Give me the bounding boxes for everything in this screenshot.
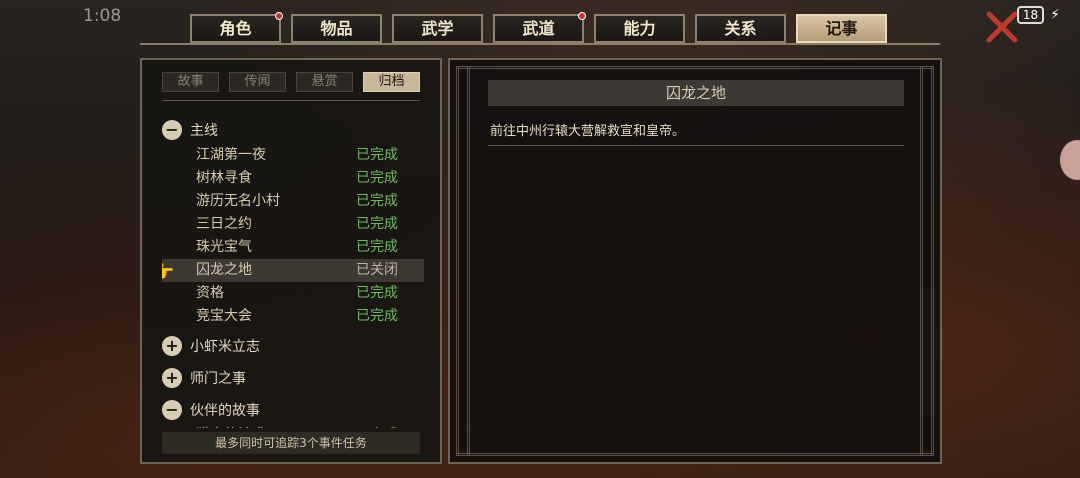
quest-name: 猎户的请求	[196, 424, 266, 428]
quest-status: 已完成	[356, 308, 398, 324]
quest-name: 珠光宝气	[196, 239, 252, 255]
quest-title: 囚龙之地	[488, 80, 904, 106]
quest-name: 三日之约	[196, 216, 252, 232]
subtab-1[interactable]: 传闻	[229, 72, 286, 92]
tab-5[interactable]: 关系	[695, 14, 786, 43]
description-divider	[488, 145, 904, 146]
main-tabs: 角色 物品 武学 武道 能力 关系 记事	[190, 12, 887, 43]
tab-3[interactable]: 武道	[493, 12, 586, 43]
quest-item[interactable]: 竞宝大会 已完成	[162, 305, 424, 328]
expand-icon[interactable]: +	[162, 368, 182, 388]
expand-icon[interactable]: +	[162, 336, 182, 356]
quest-group[interactable]: + 师门之事	[162, 364, 424, 392]
quest-item[interactable]: 游历无名小村 已完成	[162, 190, 424, 213]
quest-status: 已关闭	[356, 262, 398, 278]
tab-label: 记事	[825, 19, 858, 38]
tab-label: 能力	[623, 19, 656, 38]
quest-status: 已完成	[356, 216, 398, 232]
quest-status: 已完成	[356, 239, 398, 255]
tab-0[interactable]: 角色	[190, 12, 283, 43]
frame-border-left	[456, 66, 470, 456]
quest-name: 游历无名小村	[196, 193, 280, 209]
quest-status: 已完成	[356, 193, 398, 209]
notification-dot-icon	[578, 12, 586, 20]
tab-label: 角色	[219, 19, 252, 38]
quest-item[interactable]: 资格 已完成	[162, 282, 424, 305]
quest-group[interactable]: + 小虾米立志	[162, 332, 424, 360]
tab-label: 武学	[421, 19, 454, 38]
quest-item[interactable]: 珠光宝气 已完成	[162, 236, 424, 259]
quest-name: 资格	[196, 285, 224, 301]
tab-label: 物品	[320, 19, 353, 38]
quest-name: 江湖第一夜	[196, 147, 266, 163]
quest-item[interactable]: 三日之约 已完成	[162, 213, 424, 236]
quest-list-panel: 故事 传闻 悬赏 归档 − 主线 江湖第一夜 已完成 树林寻食 已完成 游历无名小村 已完成 三日之约…	[140, 58, 442, 464]
collapse-icon[interactable]: −	[162, 120, 182, 140]
status-icons: 18 ⚡	[1016, 6, 1060, 24]
tab-2[interactable]: 武学	[392, 14, 483, 43]
tab-divider	[140, 43, 940, 45]
quest-status: 已完成	[356, 424, 398, 428]
subtab-2[interactable]: 悬赏	[296, 72, 353, 92]
quest-status: 已完成	[356, 147, 398, 163]
status-time: 1:08	[83, 6, 122, 26]
tab-6[interactable]: 记事	[796, 14, 887, 43]
sub-tabs: 故事 传闻 悬赏 归档	[162, 72, 420, 92]
quest-group-label: 小虾米立志	[190, 339, 260, 355]
tab-label: 武道	[522, 19, 555, 38]
subtab-divider	[162, 100, 420, 101]
quest-tree[interactable]: − 主线 江湖第一夜 已完成 树林寻食 已完成 游历无名小村 已完成 三日之约 已完成 珠光宝气 已完…	[162, 112, 424, 428]
quest-group-label: 主线	[190, 123, 218, 139]
quest-description: 前往中州行辕大营解救宣和皇帝。	[490, 124, 686, 139]
quest-name: 竞宝大会	[196, 308, 252, 324]
frame-border-bottom	[456, 446, 934, 456]
quest-group-label: 伙伴的故事	[190, 403, 260, 419]
quest-item[interactable]: 猎户的请求 已完成	[162, 424, 424, 428]
charging-icon: ⚡	[1050, 7, 1060, 23]
quest-item[interactable]: 树林寻食 已完成	[162, 167, 424, 190]
quest-status: 已完成	[356, 285, 398, 301]
tab-1[interactable]: 物品	[291, 14, 382, 43]
quest-status: 已完成	[356, 170, 398, 186]
quest-group[interactable]: − 主线	[162, 116, 424, 144]
quest-item[interactable]: 👉 囚龙之地 已关闭	[162, 259, 424, 283]
battery-icon: 18	[1016, 6, 1045, 24]
close-icon[interactable]	[985, 10, 1019, 44]
quest-group[interactable]: − 伙伴的故事	[162, 396, 424, 424]
quest-item[interactable]: 江湖第一夜 已完成	[162, 144, 424, 167]
subtab-0[interactable]: 故事	[162, 72, 219, 92]
collapse-icon[interactable]: −	[162, 400, 182, 420]
quest-detail-panel: 囚龙之地 前往中州行辕大营解救宣和皇帝。	[448, 58, 942, 464]
frame-border-top	[456, 66, 934, 76]
pointing-hand-icon: 👉	[162, 262, 175, 283]
tracking-hint: 最多同时可追踪3个事件任务	[162, 432, 420, 454]
frame-border-right	[920, 66, 934, 456]
quest-group-label: 师门之事	[190, 371, 246, 387]
tab-4[interactable]: 能力	[594, 14, 685, 43]
quest-name: 树林寻食	[196, 170, 252, 186]
subtab-3[interactable]: 归档	[363, 72, 420, 92]
quest-name: 囚龙之地	[196, 262, 252, 278]
tab-label: 关系	[724, 19, 757, 38]
notification-dot-icon	[275, 12, 283, 20]
